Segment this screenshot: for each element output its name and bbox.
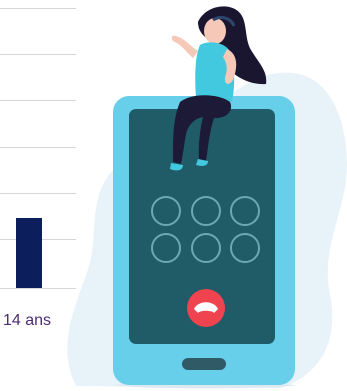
woman-head-icon — [204, 18, 226, 44]
woman-arm-left-icon — [171, 35, 198, 58]
ui-scene: 14 ans — [0, 0, 347, 391]
phone-speaker-icon — [182, 358, 226, 370]
phone-call-illustration — [67, 6, 347, 389]
